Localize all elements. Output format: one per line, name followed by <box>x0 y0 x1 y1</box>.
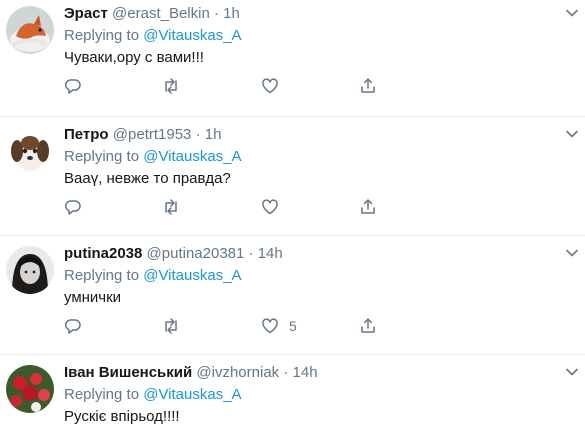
mention-link[interactable]: @Vitauskas_A <box>143 386 241 403</box>
replying-to-label: Replying to <box>64 148 140 165</box>
chevron-down-icon[interactable] <box>565 127 579 141</box>
user-handle[interactable]: @petrt1953 <box>113 126 192 143</box>
separator: · <box>214 5 219 22</box>
avatar[interactable] <box>6 365 54 413</box>
tweet-header: Эраст @erast_Belkin · 1h <box>64 4 240 24</box>
flowers-avatar-icon <box>6 365 54 413</box>
chevron-down-icon[interactable] <box>565 365 579 379</box>
share-icon <box>361 199 375 214</box>
tweet[interactable]: Іван Вишенський @ivzhorniak · 14h Replyi… <box>0 355 585 435</box>
like-button[interactable] <box>261 197 289 217</box>
reply-button[interactable] <box>64 197 82 217</box>
tweet-header: Іван Вишенський @ivzhorniak · 14h <box>64 363 318 383</box>
timestamp[interactable]: 14h <box>293 364 318 381</box>
reply-icon <box>64 200 81 215</box>
separator: · <box>195 126 201 143</box>
avatar[interactable] <box>6 6 54 54</box>
avatar[interactable] <box>6 127 54 175</box>
mention-link[interactable]: @Vitauskas_A <box>143 148 241 165</box>
replying-to-label: Replying to <box>64 386 140 403</box>
like-button[interactable]: 5 <box>261 316 297 336</box>
separator: · <box>248 245 254 262</box>
display-name[interactable]: putina2038 <box>64 245 142 262</box>
retweet-icon <box>165 199 177 215</box>
share-button[interactable] <box>359 197 377 217</box>
replying-to: Replying to @Vitauskas_A <box>64 147 242 167</box>
chevron-down-icon[interactable] <box>565 6 579 20</box>
reply-feed: Эраст @erast_Belkin · 1h Replying to @Vi… <box>0 0 585 435</box>
tweet-text: умнички <box>64 289 122 306</box>
retweet-icon <box>165 78 177 94</box>
puppy-avatar-icon <box>6 127 54 175</box>
retweet-icon <box>165 318 177 334</box>
fox-avatar-icon <box>6 6 54 54</box>
timestamp[interactable]: 14h <box>258 245 283 262</box>
display-name[interactable]: Петро <box>64 126 109 143</box>
replying-to: Replying to @Vitauskas_A <box>64 266 242 286</box>
tweet-actions <box>64 197 384 217</box>
avatar[interactable] <box>6 246 54 294</box>
display-name[interactable]: Іван Вишенський <box>64 364 192 381</box>
display-name[interactable]: Эраст <box>64 5 108 22</box>
tweet-actions: 5 <box>64 316 384 336</box>
mention-link[interactable]: @Vitauskas_A <box>143 27 241 44</box>
reply-icon <box>64 79 81 94</box>
mention-link[interactable]: @Vitauskas_A <box>143 267 241 284</box>
tweet-text: Рускіє впірьод!!!! <box>64 408 180 425</box>
replying-to-label: Replying to <box>64 27 140 44</box>
tweet-actions <box>64 76 384 96</box>
tweet-header: putina2038 @putina20381 · 14h <box>64 244 283 264</box>
replying-to: Replying to @Vitauskas_A <box>64 385 242 405</box>
tweet[interactable]: Петро @petrt1953 · 1h Replying to @Vitau… <box>0 117 585 236</box>
replying-to: Replying to @Vitauskas_A <box>64 26 242 46</box>
replying-to-label: Replying to <box>64 267 140 284</box>
like-count: 5 <box>289 318 297 334</box>
share-icon <box>361 318 375 333</box>
tweet[interactable]: putina2038 @putina20381 · 14h Replying t… <box>0 236 585 355</box>
user-handle[interactable]: @putina20381 <box>147 245 245 262</box>
retweet-button[interactable] <box>162 316 180 336</box>
retweet-button[interactable] <box>162 197 180 217</box>
share-button[interactable] <box>359 76 377 96</box>
timestamp[interactable]: 1h <box>223 5 240 22</box>
reply-button[interactable] <box>64 76 82 96</box>
timestamp[interactable]: 1h <box>205 126 222 143</box>
chevron-down-icon[interactable] <box>565 246 579 260</box>
like-button[interactable] <box>261 76 289 96</box>
portrait-avatar-icon <box>6 246 54 294</box>
heart-icon <box>262 318 278 334</box>
reply-icon <box>64 319 81 334</box>
retweet-button[interactable] <box>162 76 180 96</box>
user-handle[interactable]: @ivzhorniak <box>196 364 279 381</box>
tweet-header: Петро @petrt1953 · 1h <box>64 125 221 145</box>
tweet-text: Чуваки,ору с вами!!! <box>64 49 204 66</box>
share-icon <box>361 78 375 93</box>
heart-icon <box>262 199 278 215</box>
tweet-text: Вааү, невже то правда? <box>64 170 231 187</box>
tweet[interactable]: Эраст @erast_Belkin · 1h Replying to @Vi… <box>0 0 585 117</box>
share-button[interactable] <box>359 316 377 336</box>
reply-button[interactable] <box>64 316 82 336</box>
user-handle[interactable]: @erast_Belkin <box>112 5 210 22</box>
heart-icon <box>262 78 278 94</box>
separator: · <box>283 364 289 381</box>
